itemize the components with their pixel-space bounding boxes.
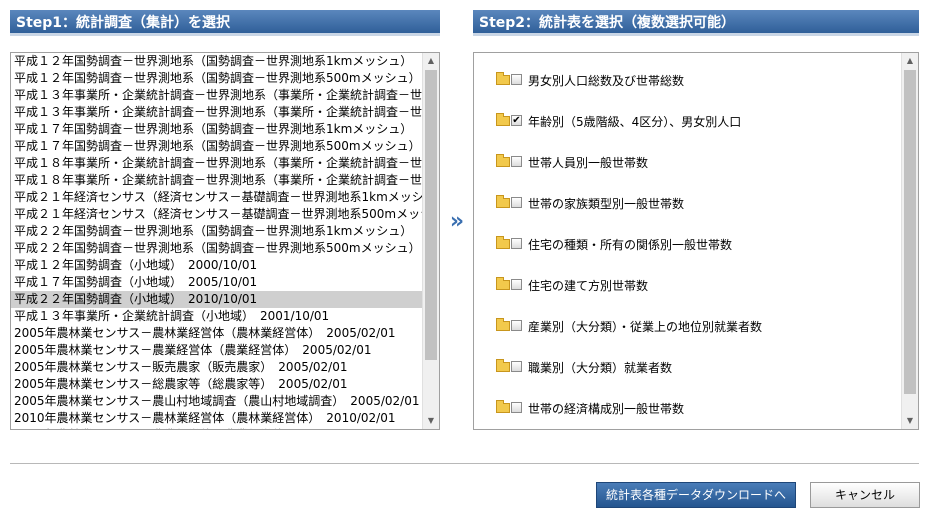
table-option-row[interactable]: 男女別人口総数及び世帯総数: [496, 71, 684, 91]
table-list-scrollbar[interactable]: ▲ ▼: [901, 53, 918, 429]
survey-list-item[interactable]: 平成１８年事業所・企業統計調査－世界測地系（事業所・企業統計調査－世: [11, 172, 424, 189]
cancel-button[interactable]: キャンセル: [810, 482, 920, 508]
table-option-label: 産業別（大分類）・従業上の地位別就業者数: [528, 320, 763, 334]
scroll-up-arrow-icon[interactable]: ▲: [902, 53, 918, 69]
folder-icon: [496, 153, 510, 167]
survey-list-item[interactable]: 平成１３年事業所・企業統計調査（小地域） 2001/10/01: [11, 308, 424, 325]
table-option-checkbox[interactable]: [511, 238, 522, 249]
survey-list-item[interactable]: 平成１７年国勢調査－世界測地系（国勢調査－世界測地系1kmメッシュ）: [11, 121, 424, 138]
table-option-checkbox[interactable]: [511, 320, 522, 331]
survey-list-item[interactable]: 平成２２年国勢調査（小地域） 2010/10/01: [11, 291, 424, 308]
table-option-row[interactable]: 住宅の種類・所有の関係別一般世帯数: [496, 235, 732, 255]
table-option-row[interactable]: 産業別（大分類）・従業上の地位別就業者数: [496, 317, 762, 337]
survey-list-item[interactable]: 2005年農林業センサス－農林業経営体（農林業経営体） 2005/02/01: [11, 325, 424, 342]
folder-icon: [496, 235, 510, 249]
table-option-checkbox[interactable]: [511, 156, 522, 167]
table-option-checkbox[interactable]: [511, 361, 522, 372]
table-option-row[interactable]: 住宅の建て方別世帯数: [496, 276, 648, 296]
table-option-label: 世帯の経済構成別一般世帯数: [528, 402, 685, 416]
table-option-checkbox[interactable]: ✔: [511, 115, 522, 126]
survey-list-item[interactable]: 平成２１年経済センサス（経済センサス－基礎調査－世界測地系500mメッシュ: [11, 206, 424, 223]
table-option-label: 世帯の家族類型別一般世帯数: [528, 197, 685, 211]
survey-list-item[interactable]: 平成１３年事業所・企業統計調査－世界測地系（事業所・企業統計調査－世: [11, 104, 424, 121]
table-option-row[interactable]: ✔ 年齢別（5歳階級、4区分）、男女別人口: [496, 112, 741, 132]
survey-list-item[interactable]: 2005年農林業センサス－農山村地域調査（農山村地域調査） 2005/02/01: [11, 393, 424, 410]
survey-list-item[interactable]: 2010年農林業センサス－農業経営体（農業経営体） 2010/02/01: [11, 427, 424, 429]
folder-icon: [496, 276, 510, 290]
table-option-label: 年齢別（5歳階級、4区分）、男女別人口: [528, 115, 742, 129]
survey-list-item[interactable]: 平成１３年事業所・企業統計調査－世界測地系（事業所・企業統計調査－世: [11, 87, 424, 104]
survey-list-item[interactable]: 2005年農林業センサス－総農家等（総農家等） 2005/02/01: [11, 376, 424, 393]
survey-list-item[interactable]: 平成１２年国勢調査－世界測地系（国勢調査－世界測地系1kmメッシュ）: [11, 53, 424, 70]
table-option-checkbox[interactable]: [511, 402, 522, 413]
table-option-checkbox[interactable]: [511, 279, 522, 290]
folder-icon: [496, 317, 510, 331]
survey-list-item[interactable]: 2010年農林業センサス－農林業経営体（農林業経営体） 2010/02/01: [11, 410, 424, 427]
survey-list-item[interactable]: 平成２２年国勢調査－世界測地系（国勢調査－世界測地系1kmメッシュ）: [11, 223, 424, 240]
folder-icon: [496, 399, 510, 413]
table-select-panel: 男女別人口総数及び世帯総数 ✔ 年齢別（5歳階級、4区分）、男女別人口 世帯人員別一般…: [473, 52, 919, 430]
folder-icon: [496, 71, 510, 85]
table-option-row[interactable]: 職業別（大分類）就業者数: [496, 358, 672, 378]
survey-list-items: 平成１２年国勢調査－世界測地系（国勢調査－世界測地系1kmメッシュ） 平成１２年国…: [11, 53, 424, 429]
table-option-row[interactable]: 世帯の経済構成別一般世帯数: [496, 399, 684, 419]
step1-header: Step1：統計調査（集計）を選択: [10, 10, 440, 36]
table-option-checkbox[interactable]: [511, 74, 522, 85]
survey-list-scrollbar[interactable]: ▲ ▼: [422, 53, 439, 429]
scrollbar-thumb[interactable]: [425, 70, 437, 360]
download-button[interactable]: 統計表各種データダウンロードへ: [596, 482, 796, 508]
table-option-label: 住宅の建て方別世帯数: [528, 279, 649, 293]
table-option-row[interactable]: 世帯の家族類型別一般世帯数: [496, 194, 684, 214]
survey-list-item[interactable]: 平成１８年事業所・企業統計調査－世界測地系（事業所・企業統計調査－世: [11, 155, 424, 172]
survey-list-item[interactable]: 平成１７年国勢調査－世界測地系（国勢調査－世界測地系500mメッシュ）: [11, 138, 424, 155]
folder-icon: [496, 112, 510, 126]
table-option-checkbox[interactable]: [511, 197, 522, 208]
folder-icon: [496, 194, 510, 208]
survey-list-item[interactable]: 2005年農林業センサス－農業経営体（農業経営体） 2005/02/01: [11, 342, 424, 359]
footer-divider: [10, 463, 919, 464]
scroll-down-arrow-icon[interactable]: ▼: [423, 413, 439, 429]
survey-list-item[interactable]: 平成２２年国勢調査－世界測地系（国勢調査－世界測地系500mメッシュ）: [11, 240, 424, 257]
step2-header: Step2：統計表を選択（複数選択可能）: [473, 10, 919, 36]
double-chevron-right-icon: »: [449, 209, 465, 234]
folder-icon: [496, 358, 510, 372]
survey-list-item[interactable]: 2005年農林業センサス－販売農家（販売農家） 2005/02/01: [11, 359, 424, 376]
table-option-label: 男女別人口総数及び世帯総数: [528, 74, 685, 88]
table-option-label: 住宅の種類・所有の関係別一般世帯数: [528, 238, 733, 252]
scroll-down-arrow-icon[interactable]: ▼: [902, 413, 918, 429]
scrollbar-thumb[interactable]: [904, 70, 916, 394]
survey-list-item[interactable]: 平成２１年経済センサス（経済センサス－基礎調査－世界測地系1kmメッシュ: [11, 189, 424, 206]
survey-list-item[interactable]: 平成１２年国勢調査－世界測地系（国勢調査－世界測地系500mメッシュ）: [11, 70, 424, 87]
table-option-label: 世帯人員別一般世帯数: [528, 156, 649, 170]
survey-list-item[interactable]: 平成１７年国勢調査（小地域） 2005/10/01: [11, 274, 424, 291]
table-option-label: 職業別（大分類）就業者数: [528, 361, 673, 375]
table-check-items: 男女別人口総数及び世帯総数 ✔ 年齢別（5歳階級、4区分）、男女別人口 世帯人員別一般…: [474, 53, 902, 429]
survey-list-item[interactable]: 平成１２年国勢調査（小地域） 2000/10/01: [11, 257, 424, 274]
survey-listbox[interactable]: 平成１２年国勢調査－世界測地系（国勢調査－世界測地系1kmメッシュ） 平成１２年国…: [10, 52, 440, 430]
table-option-row[interactable]: 世帯人員別一般世帯数: [496, 153, 648, 173]
scroll-up-arrow-icon[interactable]: ▲: [423, 53, 439, 69]
